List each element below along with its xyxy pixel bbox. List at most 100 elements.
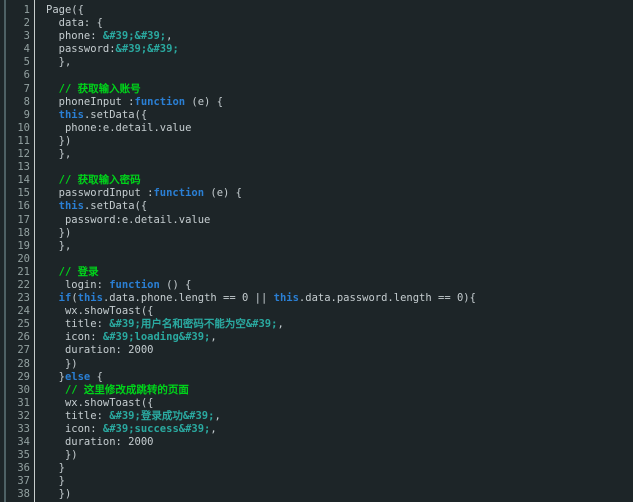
code-line[interactable]: 37 }	[0, 475, 633, 488]
line-content[interactable]	[36, 69, 633, 82]
line-content[interactable]: duration: 2000	[36, 436, 633, 449]
token-plain: ,	[210, 331, 217, 344]
code-line[interactable]: 17 password:e.detail.value	[0, 214, 633, 227]
code-line[interactable]: 36 }	[0, 462, 633, 475]
code-line[interactable]: 34 duration: 2000	[0, 436, 633, 449]
line-content[interactable]: })	[36, 488, 633, 501]
code-line[interactable]: 22 login: function () {	[0, 279, 633, 292]
line-content[interactable]: login: function () {	[36, 279, 633, 292]
code-line[interactable]: 31 wx.showToast({	[0, 397, 633, 410]
code-line[interactable]: 35 })	[0, 449, 633, 462]
line-content[interactable]: wx.showToast({	[36, 397, 633, 410]
line-content[interactable]	[36, 253, 633, 266]
code-line[interactable]: 6	[0, 69, 633, 82]
code-line[interactable]: 14 // 获取输入密码	[0, 174, 633, 187]
code-line[interactable]: 32 title: &#39;登录成功&#39;,	[0, 410, 633, 423]
code-line[interactable]: 29 }else {	[0, 371, 633, 384]
token-keyword: this	[58, 200, 84, 213]
code-line[interactable]: 23 if(this.data.phone.length == 0 || thi…	[0, 292, 633, 305]
line-content[interactable]: },	[36, 148, 633, 161]
line-content[interactable]: duration: 2000	[36, 344, 633, 357]
line-content[interactable]: // 获取输入密码	[36, 174, 633, 187]
token-plain: wx.showToast({	[46, 396, 154, 409]
token-plain: (e) {	[185, 95, 224, 108]
line-number: 18	[17, 226, 30, 239]
line-content[interactable]: },	[36, 240, 633, 253]
code-line[interactable]: 7 // 获取输入账号	[0, 83, 633, 96]
token-plain: duration: 2000	[46, 344, 154, 357]
code-line[interactable]: 28 })	[0, 358, 633, 371]
code-editor-viewport[interactable]: 1 Page({2 data: {3 phone: &#39;&#39;, 4 pa…	[0, 0, 633, 502]
code-line[interactable]: 18 })	[0, 227, 633, 240]
line-number: 37	[17, 475, 30, 488]
code-line[interactable]: 13	[0, 161, 633, 174]
code-line[interactable]: 3 phone: &#39;&#39;,	[0, 30, 633, 43]
code-line[interactable]: 16 this.setData({	[0, 200, 633, 213]
line-content[interactable]: if(this.data.phone.length == 0 || this.d…	[36, 292, 633, 305]
token-plain: wx.showToast({	[46, 305, 154, 318]
token-plain: phoneInput :	[46, 95, 135, 108]
line-content[interactable]: wx.showToast({	[36, 305, 633, 318]
line-content[interactable]: phone:e.detail.value	[36, 122, 633, 135]
line-content[interactable]: // 这里修改成跳转的页面	[36, 384, 633, 397]
code-line[interactable]: 27 duration: 2000	[0, 344, 633, 357]
line-content[interactable]: Page({	[36, 4, 633, 17]
line-content[interactable]: }	[36, 462, 633, 475]
code-line[interactable]: 10 phone:e.detail.value	[0, 122, 633, 135]
line-content[interactable]: title: &#39;用户名和密码不能为空&#39;,	[36, 318, 633, 331]
line-content[interactable]: phoneInput :function (e) {	[36, 96, 633, 109]
code-line[interactable]: 24 wx.showToast({	[0, 305, 633, 318]
token-plain: },	[46, 148, 72, 161]
token-plain: ,	[214, 409, 221, 422]
line-content[interactable]: phone: &#39;&#39;,	[36, 30, 633, 43]
line-content[interactable]: icon: &#39;loading&#39;,	[36, 331, 633, 344]
code-line[interactable]: 25 title: &#39;用户名和密码不能为空&#39;,	[0, 318, 633, 331]
line-content[interactable]: // 获取输入账号	[36, 83, 633, 96]
line-content[interactable]: this.setData({	[36, 200, 633, 213]
code-line[interactable]: 19 },	[0, 240, 633, 253]
line-content[interactable]: }	[36, 475, 633, 488]
code-line[interactable]: 9 this.setData({	[0, 109, 633, 122]
line-content[interactable]	[36, 161, 633, 174]
line-content[interactable]: data: {	[36, 17, 633, 30]
token-plain: ,	[210, 423, 217, 435]
token-comment: // 获取输入账号	[46, 82, 141, 95]
code-line[interactable]: 30 // 这里修改成跳转的页面	[0, 384, 633, 397]
code-line[interactable]: 4 password:&#39;&#39;	[0, 43, 633, 56]
line-content[interactable]: })	[36, 449, 633, 462]
line-content[interactable]: password:e.detail.value	[36, 214, 633, 227]
line-content[interactable]: },	[36, 56, 633, 69]
line-number: 32	[17, 409, 30, 422]
code-line[interactable]: 26 icon: &#39;loading&#39;,	[0, 331, 633, 344]
line-number: 13	[17, 161, 30, 174]
line-number: 23	[17, 292, 30, 305]
line-content[interactable]: this.setData({	[36, 109, 633, 122]
line-content[interactable]: // 登录	[36, 266, 633, 279]
token-plain: ,	[277, 318, 284, 331]
code-line[interactable]: 20	[0, 253, 633, 266]
token-keyword: else	[64, 370, 91, 383]
token-plain: .data.password.length == 0){	[298, 292, 476, 305]
line-number: 15	[17, 187, 30, 200]
line-content[interactable]: })	[36, 227, 633, 240]
code-line[interactable]: 21 // 登录	[0, 266, 633, 279]
line-content[interactable]: })	[36, 358, 633, 371]
code-line[interactable]: 38 })	[0, 488, 633, 501]
line-content[interactable]: passwordInput :function (e) {	[36, 187, 633, 200]
line-content[interactable]: password:&#39;&#39;	[36, 43, 633, 56]
line-content[interactable]: title: &#39;登录成功&#39;,	[36, 410, 633, 423]
token-comment: // 获取输入密码	[46, 174, 141, 187]
line-content[interactable]: })	[36, 135, 633, 148]
code-line[interactable]: 33 icon: &#39;success&#39;,	[0, 423, 633, 436]
code-line[interactable]: 8 phoneInput :function (e) {	[0, 96, 633, 109]
code-line[interactable]: 11 })	[0, 135, 633, 148]
line-content[interactable]: }else {	[36, 371, 633, 384]
code-line[interactable]: 1 Page({	[0, 4, 633, 17]
code-line[interactable]: 2 data: {	[0, 17, 633, 30]
line-content[interactable]: icon: &#39;success&#39;,	[36, 423, 633, 436]
code-line[interactable]: 5 },	[0, 56, 633, 69]
code-line[interactable]: 15 passwordInput :function (e) {	[0, 187, 633, 200]
token-keyword: function	[153, 187, 205, 200]
code-line[interactable]: 12 },	[0, 148, 633, 161]
